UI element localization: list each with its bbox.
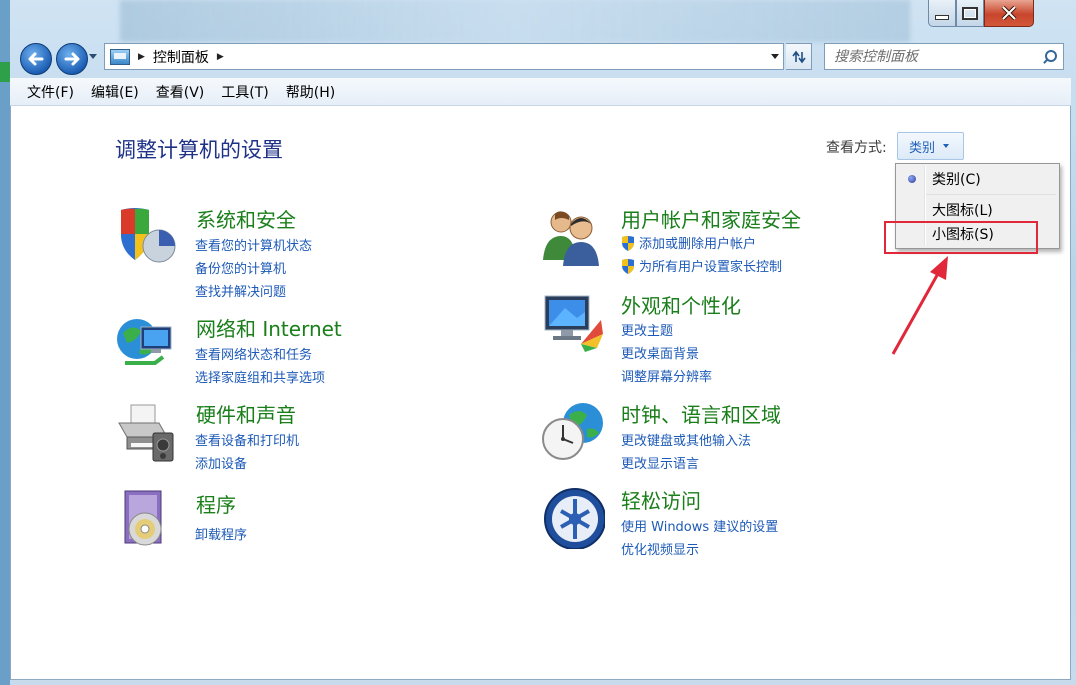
view-by-value: 类别 [909, 140, 936, 156]
category-link[interactable]: 优化视频显示 [621, 539, 699, 558]
menu-item-label: 大图标(L) [932, 203, 993, 219]
category-title[interactable]: 轻松访问 [621, 485, 701, 514]
category-title[interactable]: 用户帐户和家庭安全 [621, 204, 801, 233]
network-icon [117, 319, 172, 365]
window-bottom-border [10, 680, 1071, 685]
menu-item-category[interactable]: 类别(C) [898, 166, 1057, 192]
category-link[interactable]: 添加或删除用户帐户 [621, 233, 756, 252]
menu-edit[interactable]: 编辑(E) [91, 82, 139, 102]
recent-pages-dropdown[interactable] [89, 54, 97, 59]
arrow-left-icon [28, 52, 44, 66]
address-dropdown-icon[interactable] [771, 54, 779, 59]
radio-selected-icon [908, 175, 916, 183]
refresh-button[interactable] [786, 43, 812, 70]
printer-icon [118, 404, 174, 462]
background-window-edge [0, 0, 10, 685]
category-title[interactable]: 硬件和声音 [196, 399, 296, 428]
monitor-paint-icon [544, 295, 603, 352]
menu-separator [926, 194, 1056, 195]
programs-icon [124, 490, 162, 546]
menu-item-label: 类别(C) [932, 172, 981, 188]
view-by-button[interactable]: 类别 [897, 132, 964, 160]
minimize-icon [935, 14, 949, 20]
search-input[interactable] [832, 47, 1041, 66]
menu-file[interactable]: 文件(F) [27, 82, 74, 102]
category-title[interactable]: 程序 [196, 489, 236, 518]
category-link[interactable]: 添加设备 [195, 453, 247, 472]
category-title[interactable]: 外观和个性化 [621, 290, 741, 319]
search-icon[interactable] [1041, 49, 1057, 65]
minimize-button[interactable] [928, 0, 956, 27]
breadcrumb[interactable]: 控制面板 [153, 47, 209, 67]
category-title[interactable]: 系统和安全 [196, 204, 296, 233]
category-link[interactable]: 更改桌面背景 [621, 343, 699, 362]
caption-buttons [928, 0, 1034, 28]
category-link[interactable]: 更改键盘或其他输入法 [621, 430, 751, 449]
category-link[interactable]: 为所有用户设置家长控制 [621, 256, 782, 275]
control-panel-icon [110, 48, 130, 65]
menu-bar: 文件(F) 编辑(E) 查看(V) 工具(T) 帮助(H) [10, 78, 1071, 106]
refresh-icon [791, 50, 806, 63]
category-title[interactable]: 时钟、语言和区域 [621, 399, 781, 428]
close-button[interactable] [984, 0, 1034, 27]
maximize-icon [962, 6, 978, 20]
category-link[interactable]: 卸载程序 [195, 524, 247, 543]
category-link[interactable]: 查看您的计算机状态 [195, 235, 312, 254]
titlebar-background [120, 0, 910, 42]
back-button[interactable] [20, 43, 52, 75]
category-link-text[interactable]: 添加或删除用户帐户 [639, 237, 756, 252]
users-icon [543, 211, 599, 266]
arrow-right-icon [64, 52, 80, 66]
highlight-box [884, 221, 1038, 254]
chevron-down-icon [943, 144, 950, 148]
chevron-right-icon[interactable]: ▶ [138, 52, 145, 62]
menu-view[interactable]: 查看(V) [156, 82, 205, 102]
address-bar[interactable]: ▶ 控制面板 ▶ [104, 43, 784, 70]
category-link[interactable]: 调整屏幕分辨率 [621, 366, 712, 385]
menu-item-large-icons[interactable]: 大图标(L) [898, 197, 1057, 223]
menu-help[interactable]: 帮助(H) [286, 82, 335, 102]
chevron-right-icon[interactable]: ▶ [217, 52, 224, 62]
close-icon [1001, 6, 1017, 20]
category-link[interactable]: 查看设备和打印机 [195, 430, 299, 449]
search-box[interactable] [824, 43, 1064, 70]
clock-globe-icon [542, 403, 603, 460]
maximize-button[interactable] [956, 0, 984, 27]
uac-shield-icon [622, 259, 634, 274]
menu-tools[interactable]: 工具(T) [221, 82, 268, 102]
category-link[interactable]: 更改主题 [621, 320, 673, 339]
category-link[interactable]: 选择家庭组和共享选项 [195, 367, 325, 386]
category-link[interactable]: 使用 Windows 建议的设置 [621, 516, 778, 535]
category-link[interactable]: 更改显示语言 [621, 453, 699, 472]
forward-button[interactable] [56, 43, 88, 75]
category-link[interactable]: 查找并解决问题 [195, 281, 286, 300]
page-title: 调整计算机的设置 [115, 138, 283, 162]
category-link-text[interactable]: 为所有用户设置家长控制 [639, 260, 782, 275]
view-by-label: 查看方式: [826, 140, 887, 156]
ease-of-access-icon [544, 488, 605, 549]
category-link[interactable]: 查看网络状态和任务 [195, 344, 312, 363]
system-security-icon [121, 208, 176, 263]
uac-shield-icon [622, 236, 634, 251]
category-link[interactable]: 备份您的计算机 [195, 258, 286, 277]
category-title[interactable]: 网络和 Internet [196, 313, 342, 342]
